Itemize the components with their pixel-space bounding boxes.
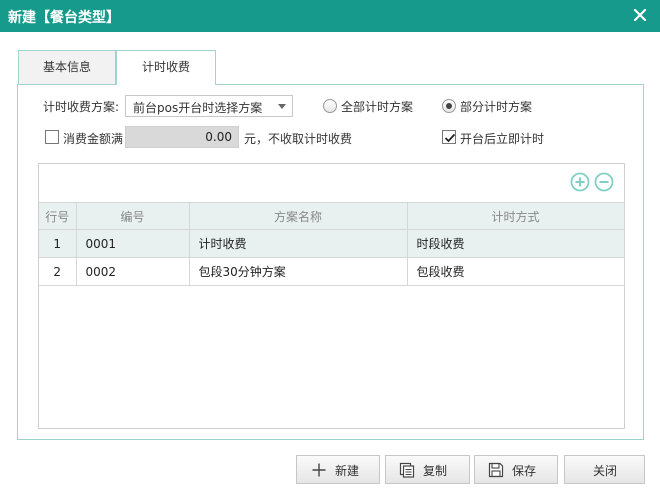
chevron-down-icon — [278, 104, 286, 109]
checkmark-icon — [444, 133, 456, 143]
col-header-timing-method[interactable]: 计时方式 — [407, 202, 625, 230]
cell-row-no: 1 — [39, 229, 77, 258]
scheme-select-value: 前台pos开台时选择方案 — [133, 101, 263, 115]
tab-timing-charge[interactable]: 计时收费 — [116, 50, 216, 85]
cell-row-no: 2 — [39, 257, 77, 286]
close-icon[interactable] — [630, 5, 650, 25]
cell-timing-method: 时段收费 — [407, 229, 625, 258]
cell-code: 0001 — [76, 229, 190, 258]
plus-icon — [311, 462, 327, 478]
new-button-label: 新建 — [335, 464, 360, 478]
table-header-row: 行号 编号 方案名称 计时方式 — [39, 202, 625, 230]
radio-all-label: 全部计时方案 — [341, 100, 414, 114]
copy-icon — [399, 462, 415, 478]
radio-all-schemes[interactable] — [323, 99, 337, 113]
window-title: 新建【餐台类型】 — [8, 10, 120, 26]
save-icon — [488, 462, 504, 478]
save-button[interactable]: 保存 — [474, 455, 558, 484]
col-header-code[interactable]: 编号 — [76, 202, 190, 230]
start-timing-label: 开台后立即计时 — [460, 132, 545, 146]
table-row[interactable]: 2 0002 包段30分钟方案 包段收费 — [39, 257, 625, 286]
cell-timing-method: 包段收费 — [407, 257, 625, 286]
scheme-table: 行号 编号 方案名称 计时方式 1 0001 计时收费 时段收费 2 0002 … — [39, 202, 625, 286]
min-spend-input[interactable]: 0.00 — [125, 126, 239, 148]
close-button[interactable]: 关闭 — [564, 455, 645, 484]
radio-partial-schemes[interactable] — [442, 99, 456, 113]
min-spend-suffix: 元，不收取计时收费 — [244, 132, 353, 146]
cell-code: 0002 — [76, 257, 190, 286]
col-header-row-no[interactable]: 行号 — [39, 202, 77, 230]
close-button-label: 关闭 — [593, 464, 618, 478]
radio-partial-label: 部分计时方案 — [460, 100, 533, 114]
scheme-label: 计时收费方案: — [43, 100, 120, 114]
start-timing-checkbox[interactable] — [442, 130, 456, 144]
scheme-select[interactable]: 前台pos开台时选择方案 — [125, 95, 293, 117]
table-row[interactable]: 1 0001 计时收费 时段收费 — [39, 229, 625, 258]
cell-scheme-name: 包段30分钟方案 — [189, 257, 408, 286]
min-spend-checkbox[interactable] — [45, 130, 59, 144]
copy-button-label: 复制 — [423, 464, 448, 478]
save-button-label: 保存 — [512, 464, 537, 478]
tab-basic-info[interactable]: 基本信息 — [18, 50, 116, 84]
copy-button[interactable]: 复制 — [385, 455, 470, 484]
title-bar: 新建【餐台类型】 — [0, 0, 660, 32]
plus-circle-icon[interactable] — [570, 172, 590, 192]
new-button[interactable]: 新建 — [296, 455, 380, 484]
cell-scheme-name: 计时收费 — [189, 229, 408, 258]
minus-circle-icon[interactable] — [594, 172, 614, 192]
col-header-scheme-name[interactable]: 方案名称 — [189, 202, 408, 230]
min-spend-label: 消费金额满 — [63, 132, 124, 146]
